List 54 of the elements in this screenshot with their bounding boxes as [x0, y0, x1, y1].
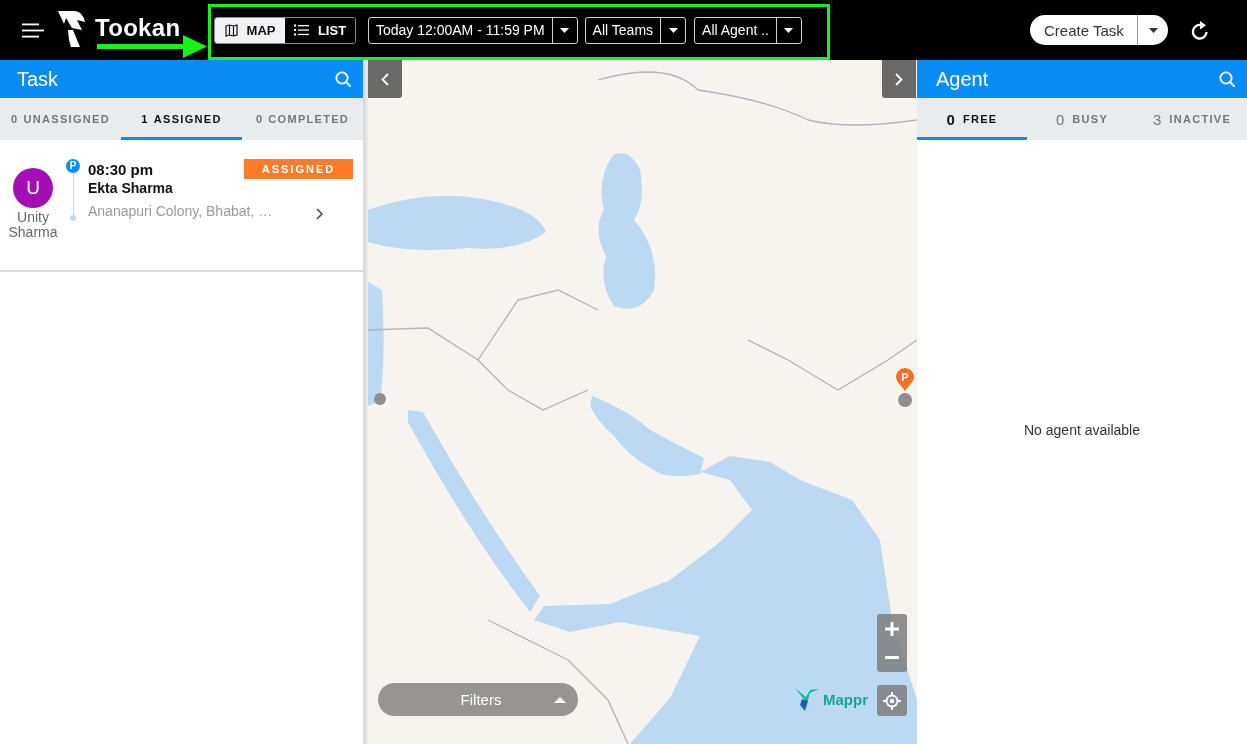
filter-dropdown[interactable]: All Agent .. [694, 16, 802, 44]
panel-title: Task [17, 67, 59, 91]
marker-dot-icon [898, 393, 912, 407]
agent-tab[interactable]: 3 INACTIVE [1137, 98, 1247, 140]
chevron-left-icon [381, 72, 389, 86]
agent-name: Unity Sharma [7, 210, 59, 240]
refresh-button[interactable] [1190, 19, 1210, 41]
task-tab[interactable]: 0 COMPLETED [242, 98, 363, 140]
minus-icon [885, 656, 899, 659]
caret-down-icon [668, 27, 678, 33]
map-drawing[interactable] [368, 60, 917, 744]
search-icon[interactable] [335, 71, 351, 87]
filter-dropdown[interactable]: All Teams [584, 16, 687, 44]
panel-title: Agent [936, 67, 989, 91]
agent-tab[interactable]: 0 FREE [917, 98, 1027, 140]
task-card[interactable]: U Unity Sharma P 08:30 pm ASSIGNED Ekta Sharma Ananapuri Colony, Bhabat, … [0, 140, 363, 272]
customer-name: Ekta Sharma [88, 180, 174, 196]
map-icon [224, 23, 238, 37]
task-address: Ananapuri Colony, Bhabat, … [88, 203, 273, 219]
empty-state-message: No agent available [1024, 422, 1140, 438]
caret-down-icon [784, 27, 794, 33]
map-attribution: Mappr [823, 690, 868, 708]
chevron-right-icon [316, 208, 323, 220]
expand-panel-button[interactable] [882, 60, 916, 98]
marker-dot-icon [374, 393, 386, 405]
filter-dropdown[interactable]: Today 12:00AM - 11:59 PM [368, 16, 578, 44]
refresh-icon [1190, 19, 1210, 41]
search-icon[interactable] [1219, 71, 1235, 87]
agent-tab[interactable]: 0 BUSY [1027, 98, 1137, 140]
create-task-button[interactable]: Create Task [1030, 15, 1137, 45]
timeline-connector [70, 173, 76, 221]
zoom-in-button[interactable] [877, 614, 907, 643]
status-badge: ASSIGNED [244, 159, 353, 179]
pickup-marker: P [66, 159, 80, 173]
menu-icon[interactable] [22, 22, 44, 38]
bird-icon [795, 687, 819, 711]
logo-icon [58, 10, 86, 48]
caret-up-icon [554, 696, 566, 703]
task-tab[interactable]: 0 UNASSIGNED [0, 98, 121, 140]
dropdown-button[interactable] [1137, 15, 1168, 45]
plus-icon [885, 621, 899, 636]
caret-down-icon [1148, 27, 1158, 33]
task-tab[interactable]: 1 ASSIGNED [121, 98, 242, 140]
caret-down-icon [560, 27, 570, 33]
agent-avatar: U [13, 168, 53, 208]
chevron-right-icon [895, 72, 903, 86]
list-icon [293, 24, 309, 36]
brand-name: Tookan [95, 16, 181, 40]
zoom-out-button[interactable] [877, 643, 907, 672]
collapse-panel-button[interactable] [368, 60, 402, 98]
map-view-tab[interactable]: MAP [215, 17, 285, 43]
locate-button[interactable] [877, 685, 907, 716]
task-time: 08:30 pm [88, 160, 154, 178]
crosshair-icon [883, 691, 901, 710]
